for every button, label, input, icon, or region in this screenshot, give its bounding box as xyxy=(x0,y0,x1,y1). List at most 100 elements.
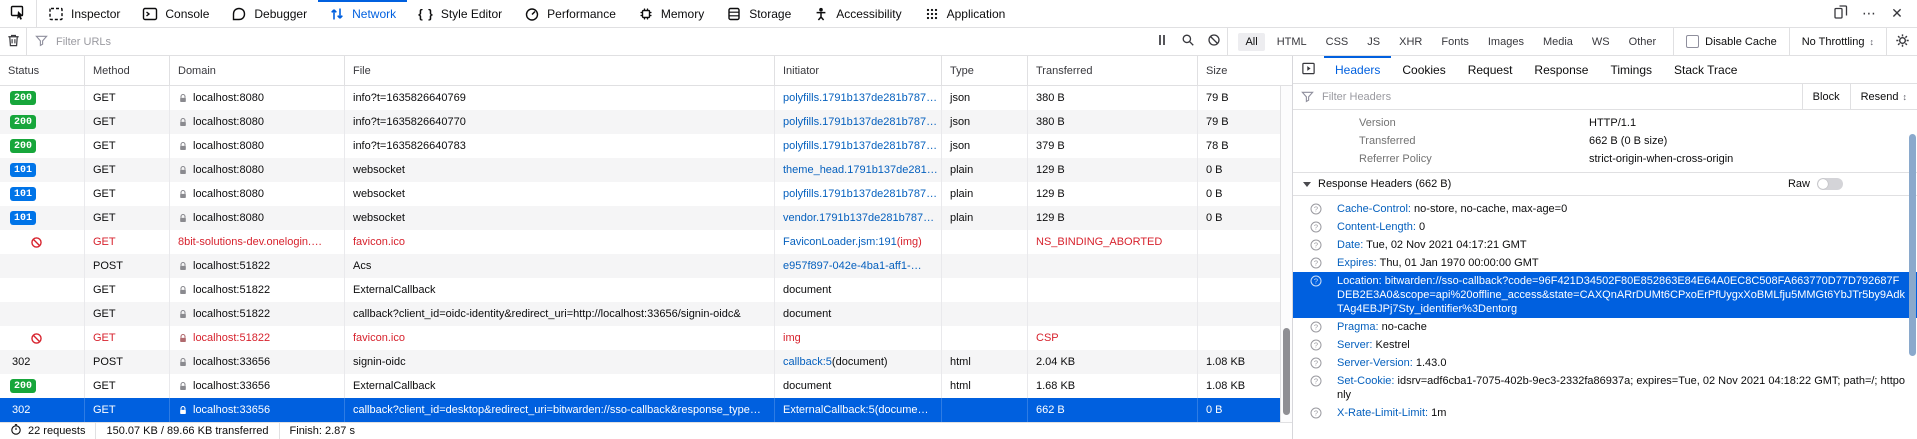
request-list-scrollbar[interactable] xyxy=(1280,86,1292,422)
filter-pill-xhr[interactable]: XHR xyxy=(1392,33,1429,51)
table-row[interactable]: 200GETlocalhost:8080info?t=1635826640769… xyxy=(0,86,1292,110)
table-row[interactable]: 200GETlocalhost:8080info?t=1635826640783… xyxy=(0,134,1292,158)
header-row[interactable]: ?Server-Version: 1.43.0 xyxy=(1293,354,1917,372)
tab-inspector[interactable]: Inspector xyxy=(37,0,131,27)
column-header-file[interactable]: File xyxy=(345,56,775,85)
filter-pill-css[interactable]: CSS xyxy=(1319,33,1356,51)
disable-cache-label: Disable Cache xyxy=(1705,36,1777,48)
initiator-link[interactable]: polyfills.1791b137de281b787… xyxy=(783,188,937,200)
header-row[interactable]: ?Server: Kestrel xyxy=(1293,336,1917,354)
initiator-link[interactable]: FaviconLoader.jsm:191 xyxy=(783,236,897,248)
cell-method: GET xyxy=(85,134,170,158)
raw-toggle[interactable] xyxy=(1817,178,1843,190)
pause-traffic-button[interactable] xyxy=(1149,28,1175,55)
header-row[interactable]: ?X-Rate-Limit-Limit: 1m xyxy=(1293,404,1917,422)
tab-memory[interactable]: Memory xyxy=(627,0,715,27)
cell-method: GET xyxy=(85,86,170,110)
sidebar-toggle-button[interactable] xyxy=(1293,56,1324,83)
tab-debugger[interactable]: Debugger xyxy=(220,0,318,27)
meatball-menu-button[interactable]: ⋯ xyxy=(1857,2,1881,26)
header-row[interactable]: ?Pragma: no-cache xyxy=(1293,318,1917,336)
column-header-initiator[interactable]: Initiator xyxy=(775,56,942,85)
cell-initiator: polyfills.1791b137de281b787… xyxy=(775,86,942,110)
table-row[interactable]: 302POSTlocalhost:33656signin-oidccallbac… xyxy=(0,350,1292,374)
tab-accessibility[interactable]: Accessibility xyxy=(802,0,912,27)
response-headers-section-header[interactable]: Response Headers (662 B) Raw xyxy=(1293,172,1917,196)
filter-pill-images[interactable]: Images xyxy=(1481,33,1531,51)
filter-pill-other[interactable]: Other xyxy=(1622,33,1664,51)
close-devtools-button[interactable]: ✕ xyxy=(1885,2,1909,26)
filter-pill-media[interactable]: Media xyxy=(1536,33,1580,51)
tab-storage[interactable]: Storage xyxy=(715,0,802,27)
throttling-dropdown[interactable]: No Throttling ↕ xyxy=(1790,36,1886,48)
table-row[interactable]: 101GETlocalhost:8080websocketvendor.1791… xyxy=(0,206,1292,230)
header-row[interactable]: ?Set-Cookie: idsrv=adf6cba1-7075-402b-9e… xyxy=(1293,372,1917,404)
filter-pill-html[interactable]: HTML xyxy=(1270,33,1314,51)
filter-urls-input[interactable] xyxy=(54,35,1149,49)
file-text: favicon.ico xyxy=(353,332,405,344)
tab-performance[interactable]: Performance xyxy=(513,0,627,27)
scrollbar-thumb[interactable] xyxy=(1283,328,1290,415)
details-scrollbar-thumb[interactable] xyxy=(1909,134,1916,356)
header-row[interactable]: ?Expires: Thu, 01 Jan 1970 00:00:00 GMT xyxy=(1293,254,1917,272)
block-button[interactable]: Block xyxy=(1802,84,1850,109)
table-row[interactable]: GETlocalhost:51822ExternalCallbackdocume… xyxy=(0,278,1292,302)
tab-network[interactable]: Network xyxy=(318,0,407,27)
cell-file: favicon.ico xyxy=(345,326,775,350)
filter-headers-input[interactable] xyxy=(1320,90,1802,104)
tab-console[interactable]: Console xyxy=(131,0,220,27)
initiator-link[interactable]: e957f897-042e-4ba1-aff1-… xyxy=(783,260,922,272)
table-row[interactable]: 302GETlocalhost:33656callback?client_id=… xyxy=(0,398,1292,422)
clear-requests-button[interactable] xyxy=(0,28,26,55)
performance-analysis-button[interactable]: 22 requests xyxy=(0,423,95,439)
disable-cache-checkbox[interactable] xyxy=(1686,35,1699,48)
initiator-link[interactable]: polyfills.1791b137de281b787… xyxy=(783,140,937,152)
request-blocking-button[interactable] xyxy=(1201,28,1227,55)
header-row[interactable]: ?Cache-Control: no-store, no-cache, max-… xyxy=(1293,200,1917,218)
table-row[interactable]: GET8bit-solutions-dev.onelogin.…favicon.… xyxy=(0,230,1292,254)
initiator-link[interactable]: theme_head.1791b137de281… xyxy=(783,164,938,176)
transferred-text: NS_BINDING_ABORTED xyxy=(1036,236,1162,248)
initiator-link[interactable]: polyfills.1791b137de281b787… xyxy=(783,92,937,104)
header-row[interactable]: ?Location: bitwarden://sso-callback?code… xyxy=(1293,272,1917,318)
table-row[interactable]: GETlocalhost:51822callback?client_id=oid… xyxy=(0,302,1292,326)
filter-pill-ws[interactable]: WS xyxy=(1585,33,1617,51)
header-row[interactable]: ?Content-Length: 0 xyxy=(1293,218,1917,236)
lock-icon xyxy=(178,405,188,416)
table-row[interactable]: 200GETlocalhost:8080info?t=1635826640770… xyxy=(0,110,1292,134)
transferred-text: 380 B xyxy=(1036,116,1065,128)
tab-style-editor[interactable]: { }Style Editor xyxy=(407,0,513,27)
tab-application[interactable]: Application xyxy=(913,0,1017,27)
details-tab-response[interactable]: Response xyxy=(1523,56,1599,83)
initiator-link[interactable]: polyfills.1791b137de281b787… xyxy=(783,116,937,128)
initiator-link[interactable]: ExternalCallback:5 xyxy=(783,404,875,416)
initiator-link[interactable]: callback:5 xyxy=(783,356,832,368)
table-row[interactable]: 200GETlocalhost:33656ExternalCallbackdoc… xyxy=(0,374,1292,398)
filter-pill-all[interactable]: All xyxy=(1238,33,1264,51)
table-row[interactable]: GETlocalhost:51822favicon.icoimgCSP xyxy=(0,326,1292,350)
details-tab-request[interactable]: Request xyxy=(1457,56,1524,83)
column-header-domain[interactable]: Domain xyxy=(170,56,345,85)
table-row[interactable]: 101GETlocalhost:8080websocketpolyfills.1… xyxy=(0,182,1292,206)
details-tab-cookies[interactable]: Cookies xyxy=(1391,56,1456,83)
details-tab-timings[interactable]: Timings xyxy=(1599,56,1663,83)
table-row[interactable]: POSTlocalhost:51822Acse957f897-042e-4ba1… xyxy=(0,254,1292,278)
table-row[interactable]: 101GETlocalhost:8080websockettheme_head.… xyxy=(0,158,1292,182)
responsive-design-button[interactable] xyxy=(1829,2,1853,26)
column-header-type[interactable]: Type xyxy=(942,56,1028,85)
filter-pill-js[interactable]: JS xyxy=(1360,33,1387,51)
network-settings-button[interactable] xyxy=(1887,28,1917,55)
column-header-status[interactable]: Status xyxy=(0,56,85,85)
resend-button[interactable]: Resend ↕ xyxy=(1850,84,1917,109)
filter-pill-fonts[interactable]: Fonts xyxy=(1434,33,1476,51)
column-header-size[interactable]: Size xyxy=(1198,56,1281,85)
column-header-method[interactable]: Method xyxy=(85,56,170,85)
column-header-transferred[interactable]: Transferred xyxy=(1028,56,1198,85)
search-button[interactable] xyxy=(1175,28,1201,55)
header-row[interactable]: ?Date: Tue, 02 Nov 2021 04:17:21 GMT xyxy=(1293,236,1917,254)
initiator-link[interactable]: vendor.1791b137de281b787… xyxy=(783,212,934,224)
details-tab-headers[interactable]: Headers xyxy=(1324,56,1391,83)
details-tab-stack-trace[interactable]: Stack Trace xyxy=(1663,56,1748,83)
cell-domain: localhost:8080 xyxy=(170,206,345,230)
element-picker-button[interactable] xyxy=(0,0,36,27)
